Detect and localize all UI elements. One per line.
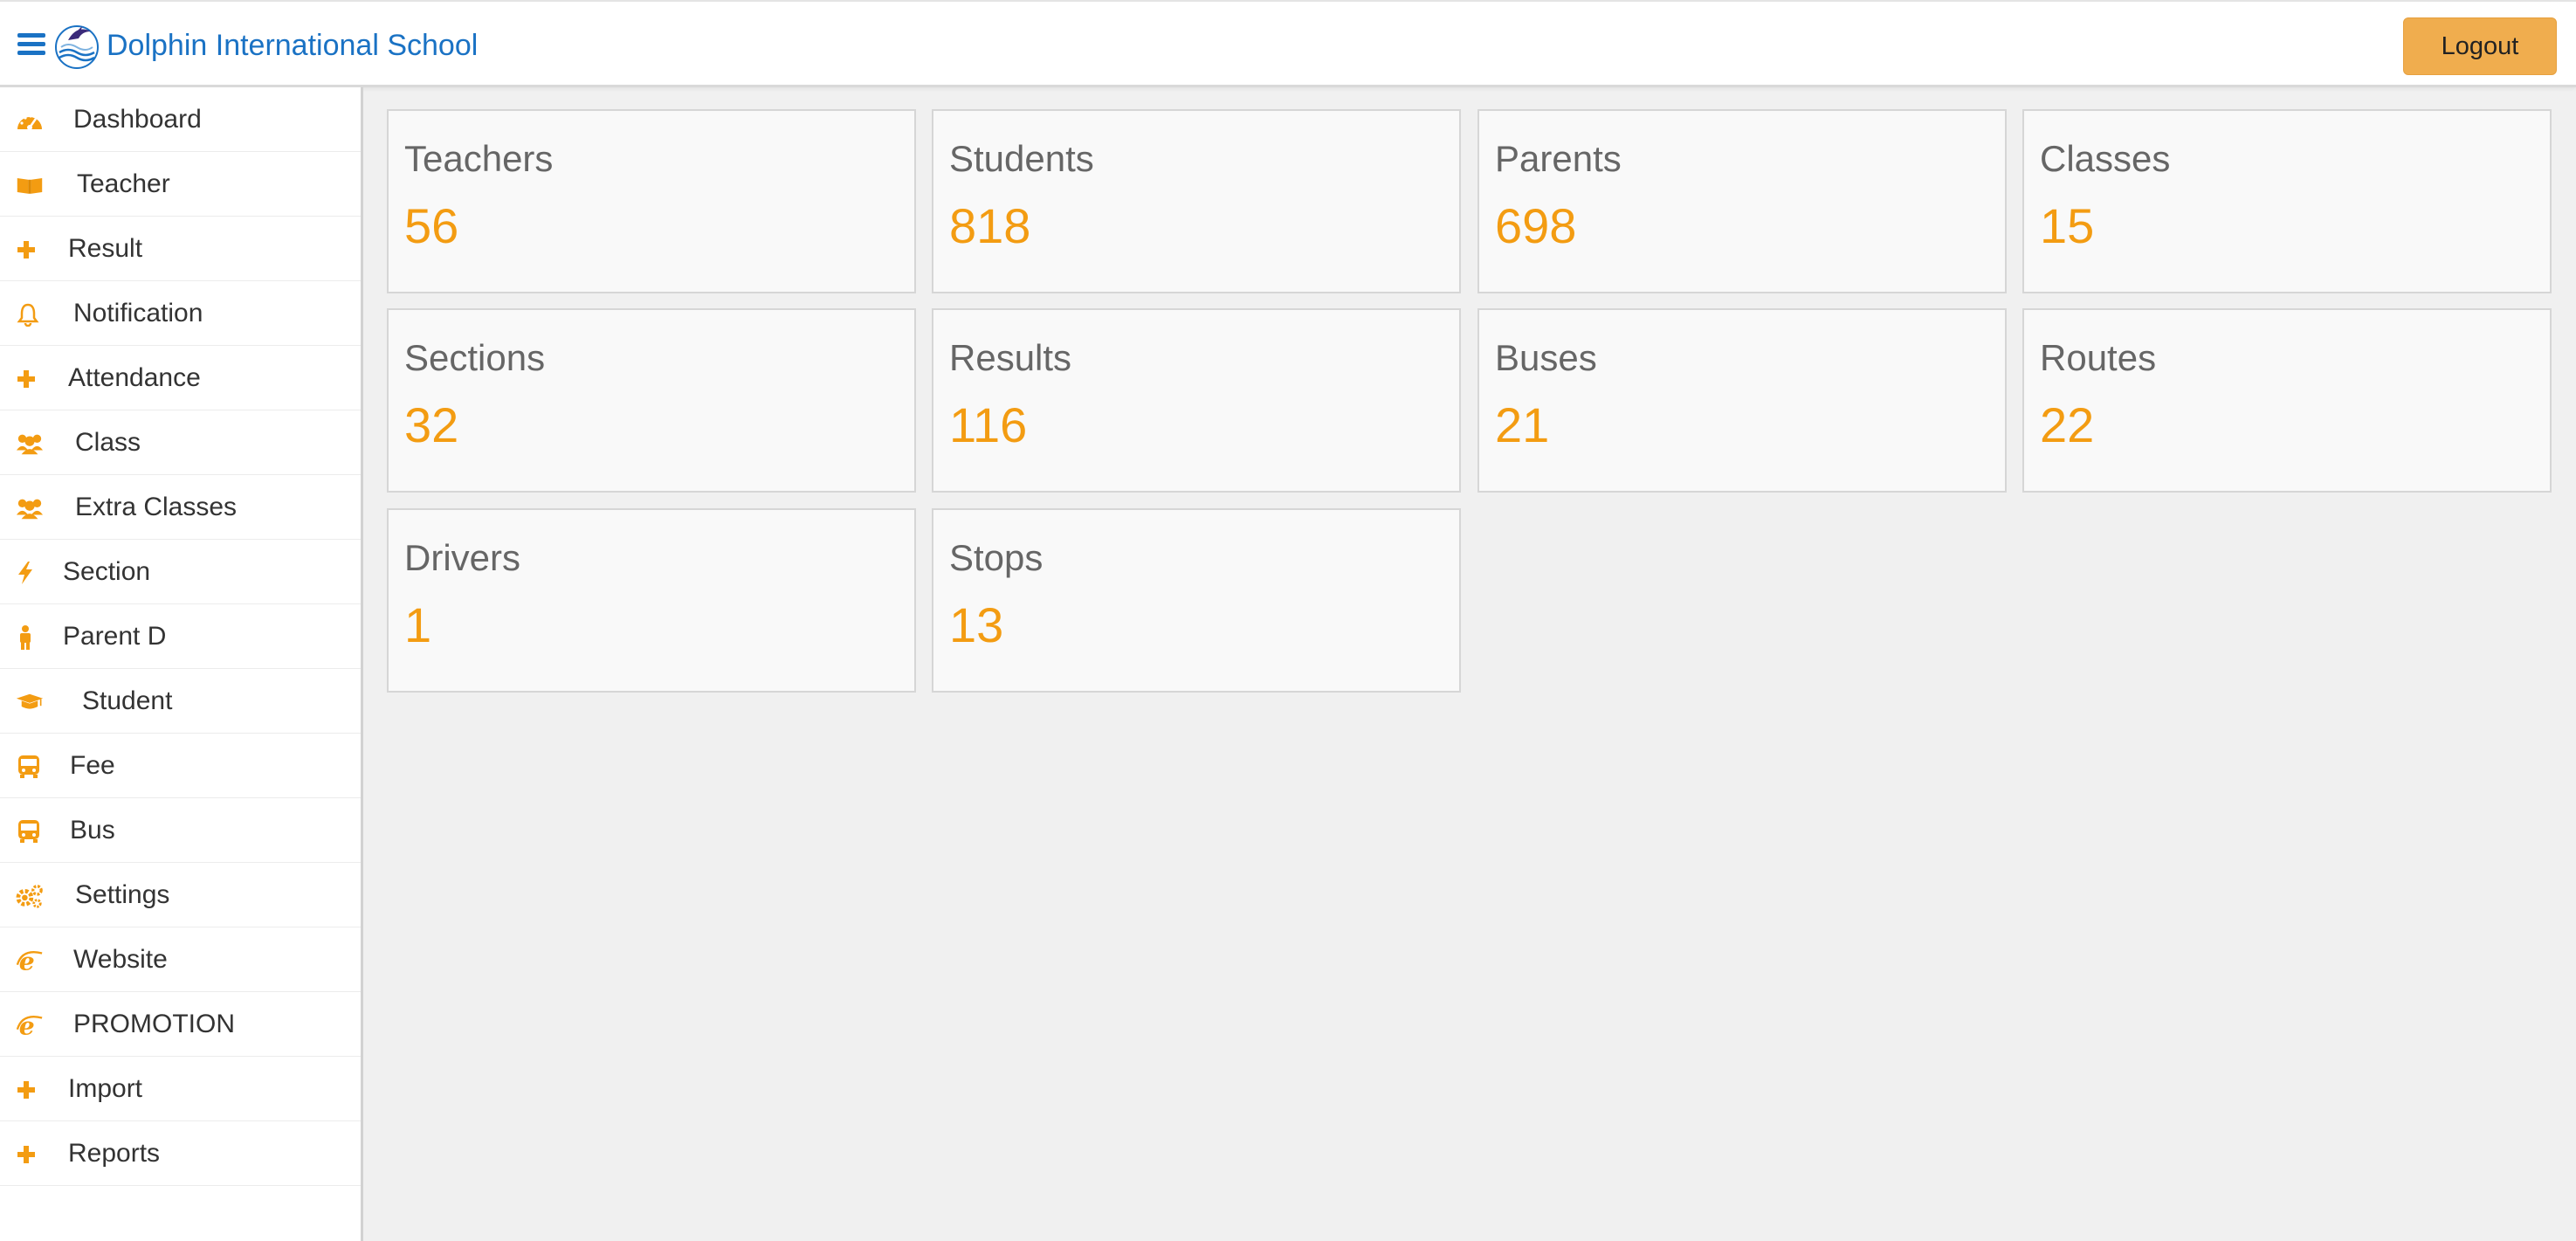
stat-card-sections[interactable]: Sections 32 <box>387 308 916 493</box>
users-icon <box>16 431 44 456</box>
sidebar-item-website[interactable]: e Website <box>0 927 361 992</box>
stat-value: 698 <box>1495 198 1577 253</box>
bus-icon <box>16 755 44 779</box>
sidebar-item-label: Notification <box>73 299 203 327</box>
stat-value: 818 <box>949 198 1031 253</box>
stat-card-classes[interactable]: Classes 15 <box>2022 109 2552 293</box>
sidebar-item-label: Result <box>68 234 143 263</box>
stat-title: Buses <box>1495 337 1597 378</box>
stat-value: 1 <box>404 597 432 652</box>
sidebar-item-settings[interactable]: Settings <box>0 863 361 927</box>
sidebar-item-parent[interactable]: Parent D <box>0 604 361 669</box>
sidebar-item-result[interactable]: Result <box>0 217 361 281</box>
school-name-link[interactable]: Dolphin International School <box>107 28 478 63</box>
top-navbar: Dolphin International School Logout <box>0 0 2576 87</box>
sidebar-item-label: Parent D <box>63 622 167 651</box>
sidebar-item-extra-classes[interactable]: Extra Classes <box>0 475 361 540</box>
users-icon <box>16 496 44 521</box>
stat-title: Classes <box>2040 138 2171 179</box>
logout-button[interactable]: Logout <box>2403 17 2557 75</box>
stat-card-students[interactable]: Students 818 <box>932 109 1461 293</box>
stat-value: 116 <box>949 397 1028 452</box>
plus-icon <box>16 238 44 262</box>
sidebar-item-label: Dashboard <box>73 105 202 134</box>
stat-title: Drivers <box>404 537 520 578</box>
sidebar-nav: Dashboard Teacher Result Notification At… <box>0 87 363 1241</box>
stat-card-buses[interactable]: Buses 21 <box>1477 308 2007 493</box>
sidebar-item-label: Class <box>75 428 141 457</box>
stat-value: 15 <box>2040 198 2095 253</box>
sidebar-item-bus[interactable]: Bus <box>0 798 361 863</box>
sidebar-item-student[interactable]: Student <box>0 669 361 734</box>
stat-value: 13 <box>949 597 1004 652</box>
stat-card-stops[interactable]: Stops 13 <box>932 508 1461 693</box>
hamburger-menu-icon[interactable] <box>17 33 45 56</box>
stat-card-routes[interactable]: Routes 22 <box>2022 308 2552 493</box>
stat-card-drivers[interactable]: Drivers 1 <box>387 508 916 693</box>
sidebar-item-promotion[interactable]: e PROMOTION <box>0 992 361 1057</box>
stat-value: 32 <box>404 397 459 452</box>
plus-icon <box>16 367 44 391</box>
gears-icon <box>16 884 44 908</box>
stat-value: 21 <box>1495 397 1550 452</box>
sidebar-item-attendance[interactable]: Attendance <box>0 346 361 410</box>
sidebar-item-label: Bus <box>70 816 115 845</box>
sidebar-item-class[interactable]: Class <box>0 410 361 475</box>
sidebar-item-label: Section <box>63 557 151 586</box>
bus-icon <box>16 819 44 844</box>
sidebar-item-dashboard[interactable]: Dashboard <box>0 87 361 152</box>
internet-explorer-icon: e <box>16 1012 44 1038</box>
sidebar-item-label: Attendance <box>68 363 201 392</box>
stat-title: Students <box>949 138 1094 179</box>
stat-title: Stops <box>949 537 1043 578</box>
bolt-icon <box>16 561 44 585</box>
sidebar-item-label: Fee <box>70 751 115 780</box>
sidebar-item-teacher[interactable]: Teacher <box>0 152 361 217</box>
sidebar-item-fee[interactable]: Fee <box>0 734 361 798</box>
stat-title: Results <box>949 337 1072 378</box>
sidebar-item-section[interactable]: Section <box>0 540 361 604</box>
stat-card-parents[interactable]: Parents 698 <box>1477 109 2007 293</box>
sidebar-item-label: Reports <box>68 1139 161 1168</box>
sidebar-item-label: Settings <box>75 880 170 909</box>
stat-title: Sections <box>404 337 546 378</box>
bell-icon <box>16 302 44 327</box>
stat-title: Routes <box>2040 337 2157 378</box>
school-logo <box>55 25 99 69</box>
sidebar-item-label: Teacher <box>77 169 170 198</box>
book-open-icon <box>16 173 44 197</box>
sidebar-item-notification[interactable]: Notification <box>0 281 361 346</box>
sidebar-item-label: Student <box>82 686 173 715</box>
internet-explorer-icon: e <box>16 948 44 974</box>
sidebar-item-label: Extra Classes <box>75 493 238 521</box>
person-icon <box>16 625 44 650</box>
sidebar-item-reports[interactable]: Reports <box>0 1121 361 1186</box>
graduation-cap-icon <box>16 690 44 714</box>
sidebar-item-import[interactable]: Import <box>0 1057 361 1121</box>
sidebar-item-label: Import <box>68 1074 143 1103</box>
stat-card-results[interactable]: Results 116 <box>932 308 1461 493</box>
stat-card-teachers[interactable]: Teachers 56 <box>387 109 916 293</box>
sidebar-item-label: PROMOTION <box>73 1010 235 1038</box>
stat-title: Parents <box>1495 138 1622 179</box>
stat-value: 56 <box>404 198 459 253</box>
stat-title: Teachers <box>404 138 554 179</box>
dashboard-icon <box>16 108 44 133</box>
sidebar-item-label: Website <box>73 945 168 974</box>
stat-value: 22 <box>2040 397 2095 452</box>
plus-icon <box>16 1142 44 1167</box>
plus-icon <box>16 1078 44 1102</box>
